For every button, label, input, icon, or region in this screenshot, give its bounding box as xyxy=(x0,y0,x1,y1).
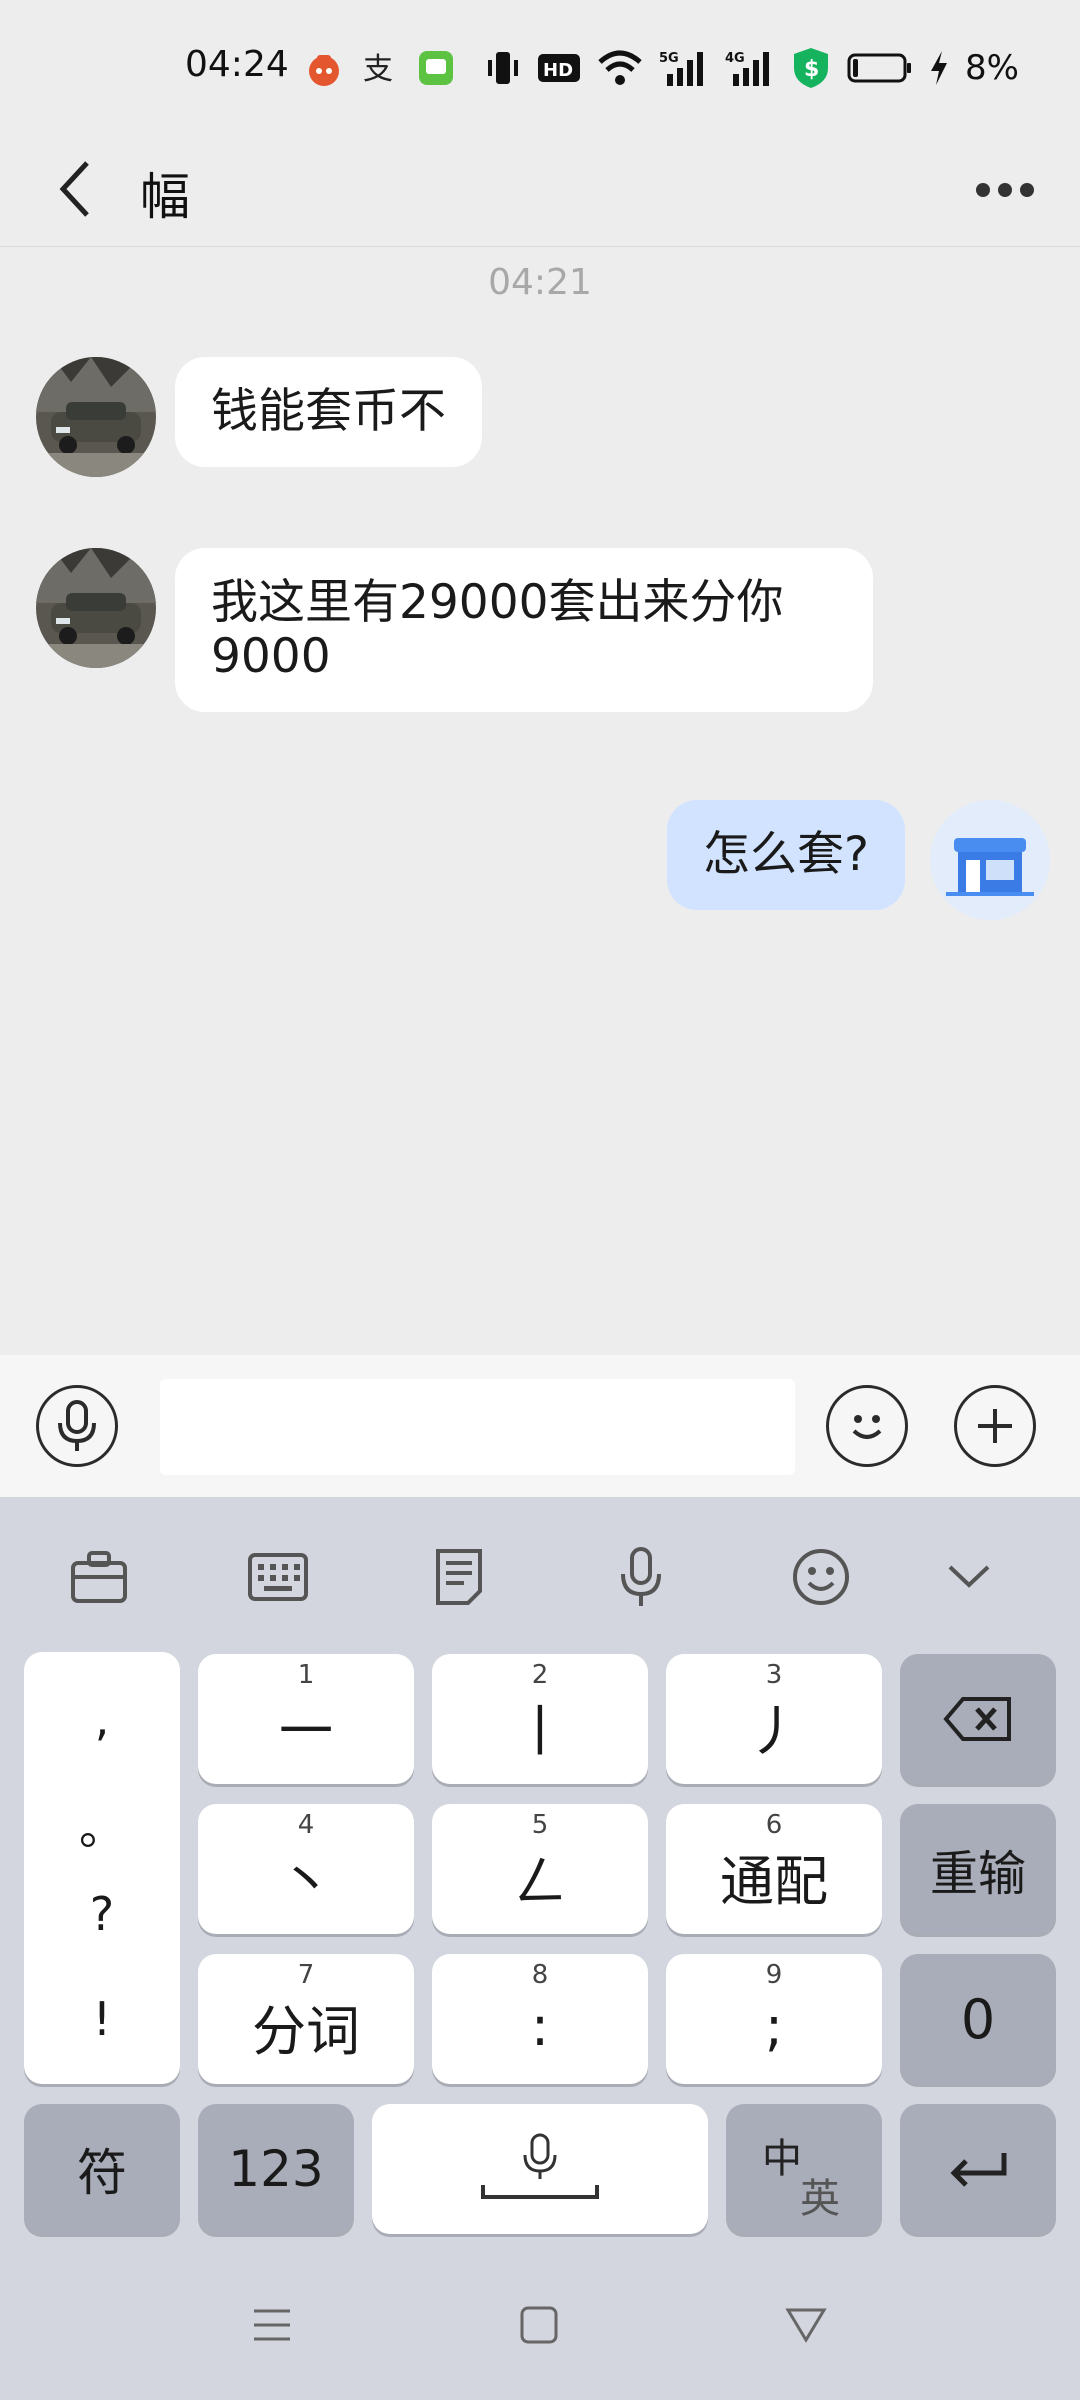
emoji-button[interactable] xyxy=(826,1385,908,1467)
key-6[interactable]: 6 通配 xyxy=(666,1804,882,1934)
key-9[interactable]: 9 ; xyxy=(666,1954,882,2084)
back-triangle-icon[interactable] xyxy=(776,2295,836,2355)
chat-title: 幅 xyxy=(140,168,190,226)
microphone-icon xyxy=(58,1400,96,1451)
battery-percentage: 8% xyxy=(965,48,1019,88)
status-bar: 04:24 支 HD 5G 4G $ 8% xyxy=(0,0,1080,135)
incoming-message-bubble[interactable]: 我这里有29000套出来分你9000 xyxy=(175,548,873,713)
svg-text:HD: HD xyxy=(543,60,573,81)
status-system-icons: HD 5G 4G $ 8% xyxy=(485,40,1019,96)
key-4[interactable]: 4 丶 xyxy=(198,1804,414,1934)
punctuation-column[interactable]: , 。 ? ! xyxy=(24,1652,180,2084)
clipboard-icon[interactable] xyxy=(424,1542,494,1612)
enter-key[interactable] xyxy=(900,2104,1056,2234)
voice-input-button[interactable] xyxy=(36,1385,118,1467)
enter-icon xyxy=(950,2153,1007,2187)
message-timestamp: 04:21 xyxy=(488,262,592,303)
message-text: 怎么套? xyxy=(703,827,869,882)
backspace-icon xyxy=(943,1697,1011,1741)
key-7[interactable]: 7 分词 xyxy=(198,1954,414,2084)
smiley-icon xyxy=(852,1415,882,1439)
key-1[interactable]: 1 一 xyxy=(198,1654,414,1784)
chat-area[interactable]: 04:21 钱能套币不 我这里有29000套出来分你9000 怎么套? xyxy=(0,248,1080,1355)
number-key[interactable]: 123 xyxy=(198,2104,354,2234)
punct-exclaim[interactable]: ! xyxy=(24,1992,180,2046)
menu-icon[interactable] xyxy=(242,2295,302,2355)
4g-signal-icon: 4G xyxy=(725,48,775,88)
message-text: 钱能套币不 xyxy=(211,384,446,439)
chat-header: 幅 xyxy=(0,135,1080,247)
battery-icon xyxy=(847,48,913,88)
message-input-bar xyxy=(0,1355,1080,1497)
self-avatar[interactable] xyxy=(930,800,1050,920)
status-notification-icons: 支 xyxy=(305,44,455,92)
svg-text:支: 支 xyxy=(363,52,393,87)
punct-question[interactable]: ? xyxy=(24,1887,180,1941)
message-text: 我这里有29000套出来分你9000 xyxy=(211,575,784,685)
svg-text:5G: 5G xyxy=(659,51,679,66)
contact-avatar[interactable] xyxy=(36,548,156,668)
svg-text:4G: 4G xyxy=(725,51,745,66)
keyboard-toolbar xyxy=(0,1497,1080,1652)
emoji-icon[interactable] xyxy=(786,1542,856,1612)
reset-key[interactable]: 重输 xyxy=(900,1804,1056,1934)
more-dots-icon xyxy=(976,183,1034,197)
5g-signal-icon: 5G xyxy=(659,48,709,88)
symbol-key[interactable]: 符 xyxy=(24,2104,180,2234)
zero-key[interactable]: 0 xyxy=(900,1954,1056,2084)
app-notification-icon xyxy=(305,48,343,88)
key-2[interactable]: 2 丨 xyxy=(432,1654,648,1784)
status-time: 04:24 xyxy=(185,44,289,85)
vibrate-icon xyxy=(485,48,521,88)
delete-key[interactable] xyxy=(900,1654,1056,1784)
toolbox-icon[interactable] xyxy=(64,1542,134,1612)
key-5[interactable]: 5 ㄥ xyxy=(432,1804,648,1934)
punct-period[interactable]: 。 xyxy=(24,1792,180,1858)
security-shield-icon: $ xyxy=(791,48,831,88)
more-button[interactable] xyxy=(965,165,1045,215)
language-switch-key[interactable]: 中 英 xyxy=(726,2104,882,2234)
key-8[interactable]: 8 : xyxy=(432,1954,648,2084)
contact-avatar[interactable] xyxy=(36,357,156,477)
alipay-icon: 支 xyxy=(361,48,399,88)
punct-comma[interactable]: , xyxy=(24,1692,180,1746)
outgoing-message-bubble[interactable]: 怎么套? xyxy=(667,800,905,911)
hd-icon: HD xyxy=(537,48,581,88)
more-options-button[interactable] xyxy=(954,1385,1036,1467)
wifi-icon xyxy=(597,48,643,88)
voice-typing-icon[interactable] xyxy=(606,1542,676,1612)
incoming-message-bubble[interactable]: 钱能套币不 xyxy=(175,357,482,468)
chevron-left-icon xyxy=(59,161,89,217)
system-nav-bar xyxy=(0,2245,1080,2400)
space-key[interactable] xyxy=(372,2104,708,2234)
key-3[interactable]: 3 丿 xyxy=(666,1654,882,1784)
svg-text:$: $ xyxy=(804,57,819,82)
space-mic-icon xyxy=(481,2133,599,2199)
plus-icon xyxy=(978,1409,1012,1443)
message-app-icon xyxy=(417,48,455,88)
charging-icon xyxy=(929,48,949,88)
message-input[interactable] xyxy=(160,1379,795,1475)
collapse-icon[interactable] xyxy=(934,1542,1004,1612)
back-button[interactable] xyxy=(40,149,110,229)
home-icon[interactable] xyxy=(509,2295,569,2355)
keyboard-icon[interactable] xyxy=(243,1542,313,1612)
